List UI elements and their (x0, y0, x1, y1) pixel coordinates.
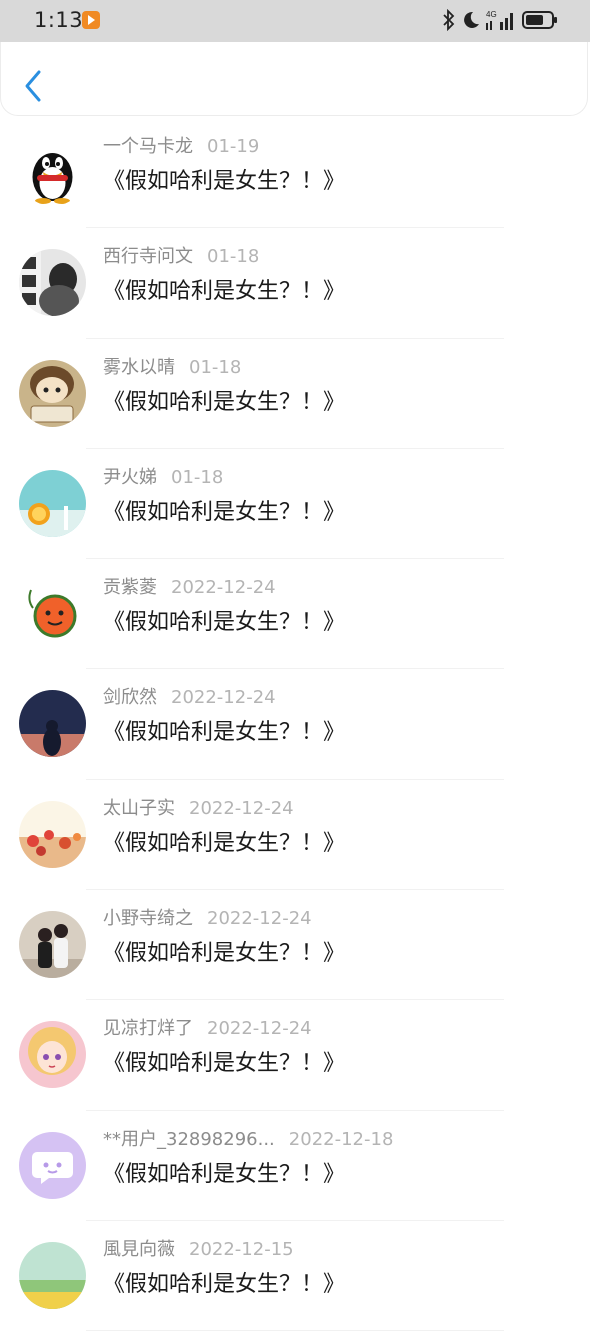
username[interactable]: 剑欣然 (103, 687, 157, 708)
comment-meta: 见凉打烊了 2022-12-24 (103, 1014, 312, 1040)
comment-meta: 雾水以晴 01-18 (103, 353, 241, 379)
username[interactable]: 贡紫菱 (103, 577, 157, 598)
username[interactable]: 太山子实 (103, 798, 175, 819)
comment-text: 《假如哈利是女生？！》 (103, 610, 346, 636)
comment-text: 《假如哈利是女生？！》 (103, 1271, 346, 1297)
avatar[interactable] (19, 249, 86, 317)
comment-date: 2022-12-24 (189, 797, 294, 819)
chevron-left-icon (25, 70, 41, 102)
status-bar: 1:13 4G (0, 0, 590, 42)
comment-row[interactable]: 尹火娣 01-18 《假如哈利是女生？！》 (0, 449, 590, 560)
status-time: 1:13 (34, 8, 84, 32)
comment-meta: 風見向薇 2022-12-15 (103, 1235, 294, 1261)
status-icons: 4G (442, 8, 558, 32)
comment-row[interactable]: 贡紫菱 2022-12-24 《假如哈利是女生？！》 (0, 559, 590, 670)
comment-date: 2022-12-18 (288, 1128, 394, 1150)
app-notification-icon (82, 11, 100, 29)
avatar[interactable] (19, 1131, 86, 1199)
comment-meta: 小野寺绮之 2022-12-24 (103, 904, 312, 930)
battery-icon (522, 11, 557, 29)
avatar[interactable] (19, 1241, 86, 1309)
avatar[interactable] (19, 469, 86, 537)
comment-text: 《假如哈利是女生？！》 (103, 389, 346, 415)
avatar[interactable] (19, 580, 86, 648)
comment-date: 01-19 (207, 136, 260, 157)
comment-row[interactable]: **用户_32898296... 2022-12-18 《假如哈利是女生？！》 (0, 1111, 590, 1221)
comment-meta: 贡紫菱 2022-12-24 (103, 573, 276, 599)
comment-date: 2022-12-24 (171, 577, 276, 599)
comment-row[interactable]: 见凉打烊了 2022-12-24 《假如哈利是女生？！》 (0, 1000, 590, 1111)
username[interactable]: 風見向薇 (103, 1239, 175, 1260)
username[interactable]: 小野寺绮之 (103, 908, 193, 929)
comment-row[interactable]: 風見向薇 2022-12-15 《假如哈利是女生？！》 (0, 1221, 590, 1331)
moon-icon (464, 11, 479, 28)
avatar[interactable] (19, 800, 86, 868)
comment-text: 《假如哈利是女生？！》 (103, 169, 346, 194)
avatar[interactable] (19, 139, 86, 206)
comment-meta: 尹火娣 01-18 (103, 463, 223, 489)
comment-meta: 剑欣然 2022-12-24 (103, 683, 276, 709)
comment-row[interactable]: 雾水以晴 01-18 《假如哈利是女生？！》 (0, 339, 590, 449)
username[interactable]: **用户_32898296... (103, 1129, 275, 1150)
4g-signal-icon: 4G (486, 10, 513, 30)
username[interactable]: 一个马卡龙 (103, 136, 193, 157)
avatar[interactable] (19, 690, 86, 758)
comment-text: 《假如哈利是女生？！》 (103, 830, 346, 856)
comment-meta: **用户_32898296... 2022-12-18 (103, 1125, 393, 1151)
svg-text:4G: 4G (486, 10, 497, 19)
comment-meta: 西行寺问文 01-18 (103, 242, 259, 268)
comment-text: 《假如哈利是女生？！》 (103, 720, 346, 746)
comment-row[interactable]: 小野寺绮之 2022-12-24 《假如哈利是女生？！》 (0, 890, 590, 1001)
back-button[interactable] (19, 66, 49, 106)
comment-text: 《假如哈利是女生？！》 (103, 279, 346, 305)
username[interactable]: 见凉打烊了 (103, 1018, 193, 1039)
comment-meta: 一个马卡龙 01-19 (103, 132, 259, 158)
comment-text: 《假如哈利是女生？！》 (103, 1161, 346, 1187)
comment-row[interactable]: 一个马卡龙 01-19 《假如哈利是女生？！》 (0, 118, 590, 229)
comment-text: 《假如哈利是女生？！》 (103, 499, 346, 525)
comment-date: 01-18 (189, 356, 242, 378)
comment-date: 2022-12-24 (207, 1018, 312, 1040)
comment-row[interactable]: 剑欣然 2022-12-24 《假如哈利是女生？！》 (0, 669, 590, 780)
comment-date: 01-18 (171, 466, 224, 488)
comment-row[interactable]: 太山子实 2022-12-24 《假如哈利是女生？！》 (0, 780, 590, 891)
comment-text: 《假如哈利是女生？！》 (103, 1051, 346, 1077)
comment-row[interactable]: 西行寺问文 01-18 《假如哈利是女生？！》 (0, 228, 590, 339)
username[interactable]: 雾水以晴 (103, 357, 175, 378)
comment-date: 2022-12-15 (189, 1238, 294, 1260)
avatar[interactable] (19, 1021, 86, 1089)
comment-list: 一个马卡龙 01-19 《假如哈利是女生？！》 西行寺问文 01-18 《假如哈利是… (0, 118, 590, 1331)
avatar[interactable] (19, 359, 86, 427)
comment-meta: 太山子实 2022-12-24 (103, 794, 294, 820)
username[interactable]: 西行寺问文 (103, 246, 193, 267)
bluetooth-icon (443, 9, 455, 31)
username[interactable]: 尹火娣 (103, 467, 157, 488)
comment-date: 2022-12-24 (207, 908, 312, 930)
avatar[interactable] (19, 911, 86, 979)
nav-bar (0, 42, 588, 116)
comment-date: 01-18 (207, 246, 260, 268)
comment-text: 《假如哈利是女生？！》 (103, 941, 346, 967)
comment-date: 2022-12-24 (171, 687, 276, 709)
